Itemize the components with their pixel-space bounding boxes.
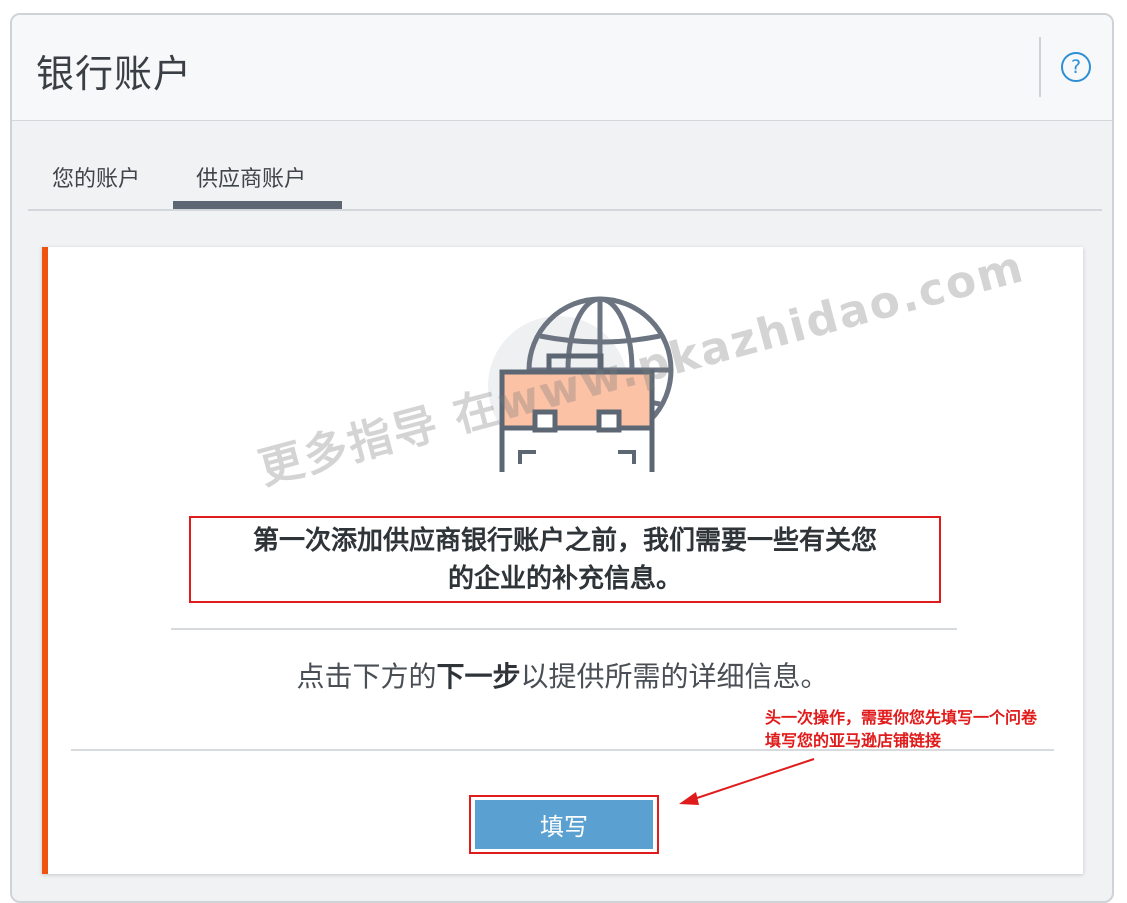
tab-your-account[interactable]: 您的账户 [52,161,140,193]
annotation-note: 头一次操作，需要你您先填写一个问卷 填写您的亚马逊店铺链接 [765,706,1037,752]
headline-highlight-box: 第一次添加供应商银行账户之前，我们需要一些有关您 的企业的补充信息。 [189,516,941,603]
instruction-next-step: 下一步 [436,660,521,693]
header-divider [1039,37,1041,97]
panel-header: 银行账户 ? [12,15,1112,121]
account-tabs: 您的账户 供应商账户 [28,121,1102,211]
instruction-text: 点击下方的下一步以提供所需的详细信息。 [42,655,1083,695]
tab-supplier-account[interactable]: 供应商账户 [196,161,306,193]
instruction-prefix: 点击下方的 [296,660,437,693]
headline-line-1: 第一次添加供应商银行账户之前，我们需要一些有关您 [252,526,877,556]
page-title: 银行账户 [36,52,193,96]
active-tab-indicator [173,201,342,209]
annotation-line-2: 填写您的亚马逊店铺链接 [765,731,942,750]
divider-top [171,628,957,630]
help-circle-icon[interactable]: ? [1061,52,1091,82]
annotation-line-1: 头一次操作，需要你您先填写一个问卷 [765,708,1038,727]
instruction-suffix: 以提供所需的详细信息。 [520,660,829,693]
headline-line-2: 的企业的补充信息。 [447,564,682,594]
fill-in-button[interactable]: 填写 [475,800,653,849]
supplier-info-card: 第一次添加供应商银行账户之前，我们需要一些有关您 的企业的补充信息。 点击下方的… [42,247,1083,874]
fill-button-highlight-box: 填写 [469,795,659,854]
bank-account-panel: 银行账户 ? 您的账户 供应商账户 第一次添加供应商银行账户之前，我们需要一些有… [10,13,1114,903]
card-accent-bar [42,247,48,874]
